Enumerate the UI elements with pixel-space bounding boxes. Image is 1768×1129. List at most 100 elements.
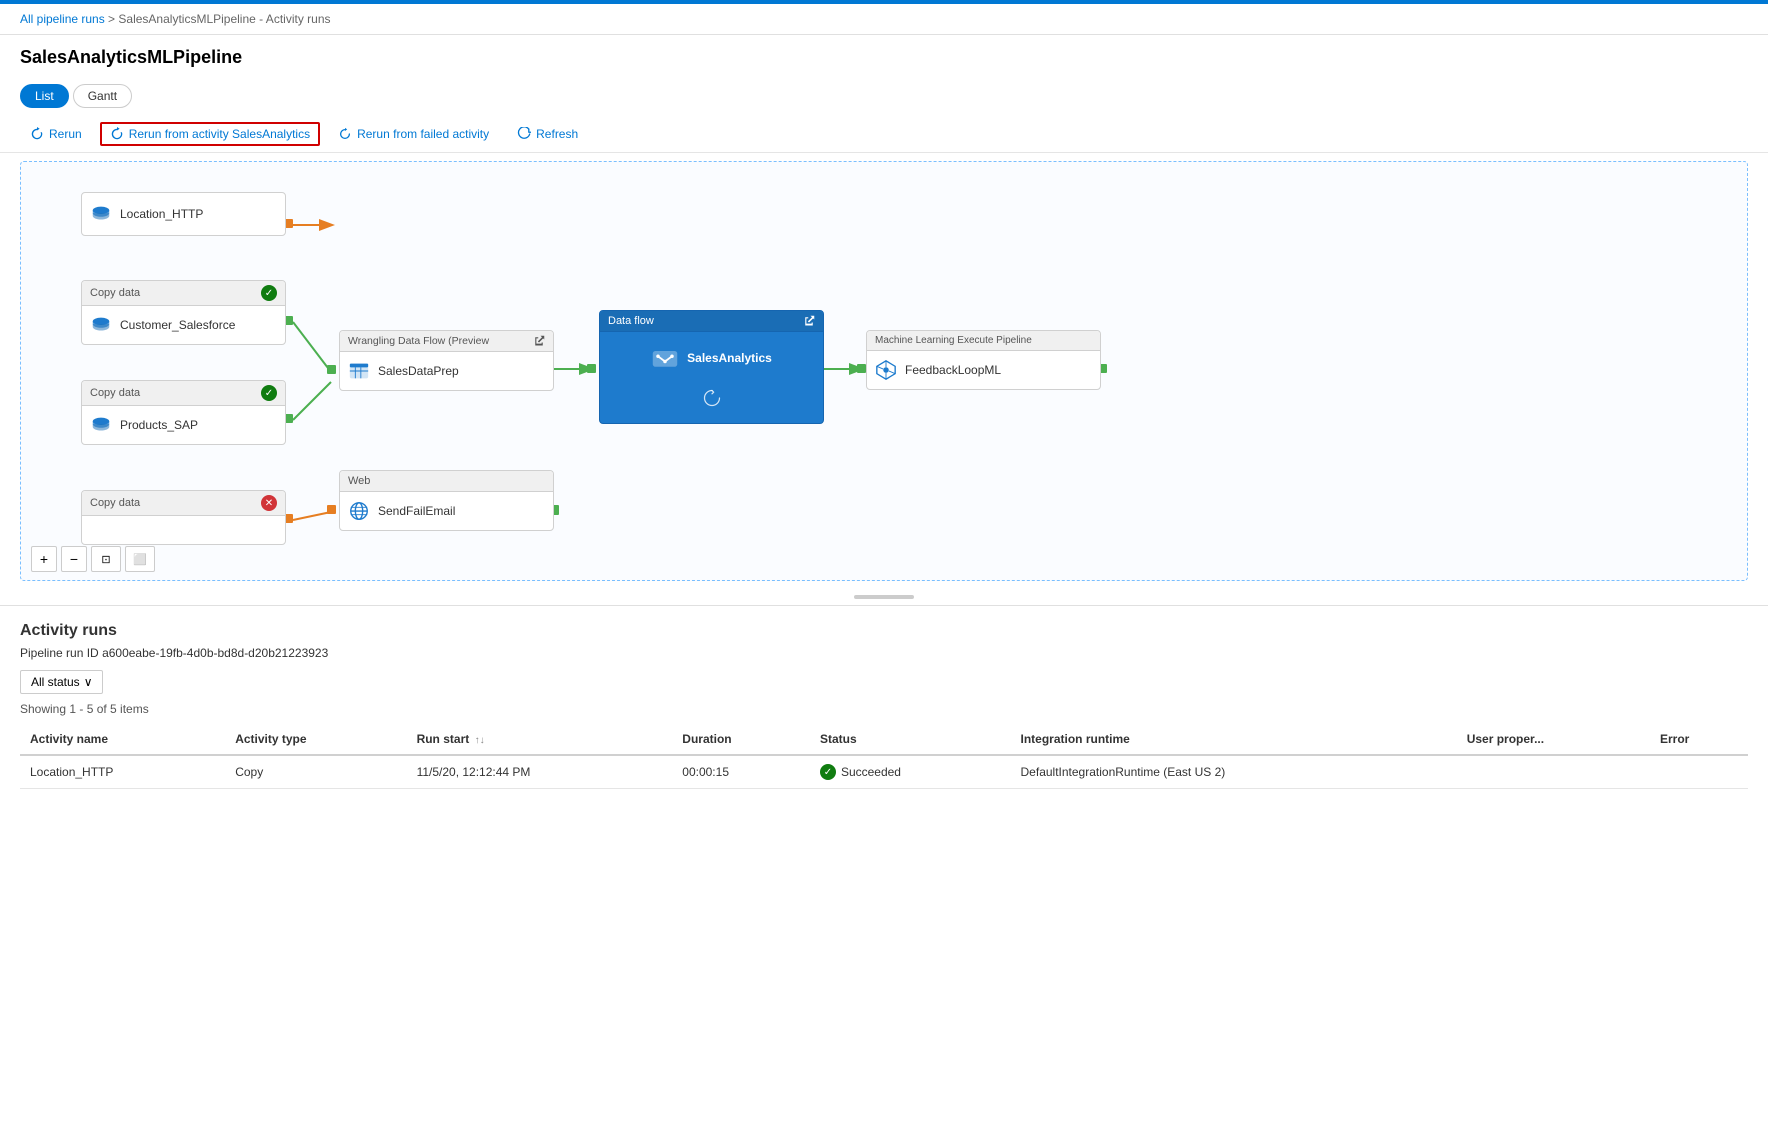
rerun-button[interactable]: Rerun [20,122,92,146]
copy-data-bottom-status: ✕ [261,495,277,511]
showing-text: Showing 1 - 5 of 5 items [20,702,1748,716]
products-sap-header: Copy data [90,387,140,399]
customer-salesforce-label: Customer_Salesforce [120,318,235,332]
node-sales-data-prep[interactable]: Wrangling Data Flow (Preview SalesDataPr… [339,330,554,391]
sales-data-prep-header: Wrangling Data Flow (Preview [348,335,489,347]
table-row[interactable]: Location_HTTP Copy 11/5/20, 12:12:44 PM … [20,755,1748,789]
http-icon [90,203,112,225]
rerun-from-activity-label: Rerun from activity SalesAnalytics [129,127,310,141]
breadcrumb-link[interactable]: All pipeline runs [20,12,105,26]
row-activity-type: Copy [225,755,406,789]
customer-salesforce-status: ✓ [261,285,277,301]
bottom-section: Activity runs Pipeline run ID a600eabe-1… [0,605,1768,805]
row-status: ✓ Succeeded [810,755,1011,789]
rerun-activity-icon [110,127,124,141]
db-icon-1 [90,314,112,336]
row-duration: 00:00:15 [672,755,810,789]
node-copy-data-bottom[interactable]: Copy data ✕ [81,490,286,545]
node-products-sap[interactable]: Copy data ✓ Products_SAP [81,380,286,445]
drag-handle-area [0,589,1768,605]
external-link-icon-1 [533,335,545,347]
status-label: Succeeded [841,765,901,779]
rerun-from-failed-label: Rerun from failed activity [357,127,489,141]
tabs-row: List Gantt [0,76,1768,116]
refresh-label: Refresh [536,127,578,141]
page-header: SalesAnalyticsMLPipeline [0,35,1768,76]
refresh-icon [517,127,531,141]
rerun-label: Rerun [49,127,82,141]
zoom-controls: + − ⊡ ⬜ [31,546,155,572]
col-run-start: Run start ↑↓ [407,724,673,755]
location-http-label: Location_HTTP [120,207,203,221]
feedback-loop-ml-label: FeedbackLoopML [905,363,1001,377]
pipeline-run-id-val: a600eabe-19fb-4d0b-bd8d-d20b21223923 [102,646,328,660]
activity-runs-table: Activity name Activity type Run start ↑↓… [20,724,1748,789]
col-integration-runtime: Integration runtime [1011,724,1457,755]
sort-icon[interactable]: ↑↓ [475,735,485,746]
send-fail-email-label: SendFailEmail [378,504,455,518]
feedback-loop-ml-header: Machine Learning Execute Pipeline [875,335,1032,346]
col-error: Error [1650,724,1748,755]
tab-gantt[interactable]: Gantt [73,84,132,108]
breadcrumb-separator: > [105,12,119,26]
customer-salesforce-header: Copy data [90,287,140,299]
pipeline-run-id-row: Pipeline run ID a600eabe-19fb-4d0b-bd8d-… [20,646,1748,660]
row-activity-name: Location_HTTP [20,755,225,789]
rerun-icon [30,127,44,141]
page-title: SalesAnalyticsMLPipeline [20,47,1748,68]
status-succeeded-badge: ✓ Succeeded [820,764,1001,780]
row-user-properties [1457,755,1650,789]
pipeline-canvas: Location_HTTP Copy data ✓ Customer_Sales… [21,162,1747,580]
products-sap-label: Products_SAP [120,418,198,432]
copy-data-bottom-header: Copy data [90,497,140,509]
ml-icon [875,359,897,381]
dataflow-icon [651,344,679,372]
refresh-button[interactable]: Refresh [507,122,588,146]
col-user-properties: User proper... [1457,724,1650,755]
zoom-in-button[interactable]: + [31,546,57,572]
sales-analytics-label: SalesAnalytics [687,351,772,365]
col-status: Status [810,724,1011,755]
breadcrumb-current: SalesAnalyticsMLPipeline - Activity runs [118,12,330,26]
pipeline-canvas-area: Location_HTTP Copy data ✓ Customer_Sales… [20,161,1748,581]
breadcrumb: All pipeline runs > SalesAnalyticsMLPipe… [0,4,1768,35]
rerun-from-failed-button[interactable]: Rerun from failed activity [328,122,499,146]
external-link-icon-2 [803,315,815,327]
col-run-start-label: Run start [417,732,470,746]
col-activity-name: Activity name [20,724,225,755]
node-send-fail-email[interactable]: Web SendFailEmail [339,470,554,531]
col-duration: Duration [672,724,810,755]
sales-data-prep-label: SalesDataPrep [378,364,459,378]
rerun-from-activity-button[interactable]: Rerun from activity SalesAnalytics [100,122,320,146]
rerun-failed-icon [338,127,352,141]
activity-runs-title: Activity runs [20,622,1748,640]
status-dot-icon: ✓ [820,764,836,780]
send-fail-email-header: Web [348,475,370,487]
toolbar: Rerun Rerun from activity SalesAnalytics… [0,116,1768,153]
chevron-down-icon: ∨ [84,675,93,689]
zoom-fit-button[interactable]: ⊡ [91,546,121,572]
data-flow-icon-1 [348,360,370,382]
all-status-filter[interactable]: All status ∨ [20,670,103,694]
row-run-start: 11/5/20, 12:12:44 PM [407,755,673,789]
node-sales-analytics[interactable]: Data flow SalesAnalytics [599,310,824,424]
col-activity-type: Activity type [225,724,406,755]
node-location-http[interactable]: Location_HTTP [81,192,286,236]
filter-label: All status [31,675,80,689]
drag-handle[interactable] [854,595,914,599]
row-integration-runtime: DefaultIntegrationRuntime (East US 2) [1011,755,1457,789]
pipeline-run-id-label: Pipeline run ID [20,646,99,660]
db-icon-2 [90,414,112,436]
zoom-select-button[interactable]: ⬜ [125,546,155,572]
products-sap-status: ✓ [261,385,277,401]
tab-list[interactable]: List [20,84,69,108]
node-customer-salesforce[interactable]: Copy data ✓ Customer_Salesforce [81,280,286,345]
row-error [1650,755,1748,789]
running-icon [702,388,722,408]
zoom-out-button[interactable]: − [61,546,87,572]
filter-row: All status ∨ [20,670,1748,694]
node-feedback-loop-ml[interactable]: Machine Learning Execute Pipeline Feedba… [866,330,1101,390]
table-header-row: Activity name Activity type Run start ↑↓… [20,724,1748,755]
web-icon [348,500,370,522]
sales-analytics-header: Data flow [608,315,654,327]
